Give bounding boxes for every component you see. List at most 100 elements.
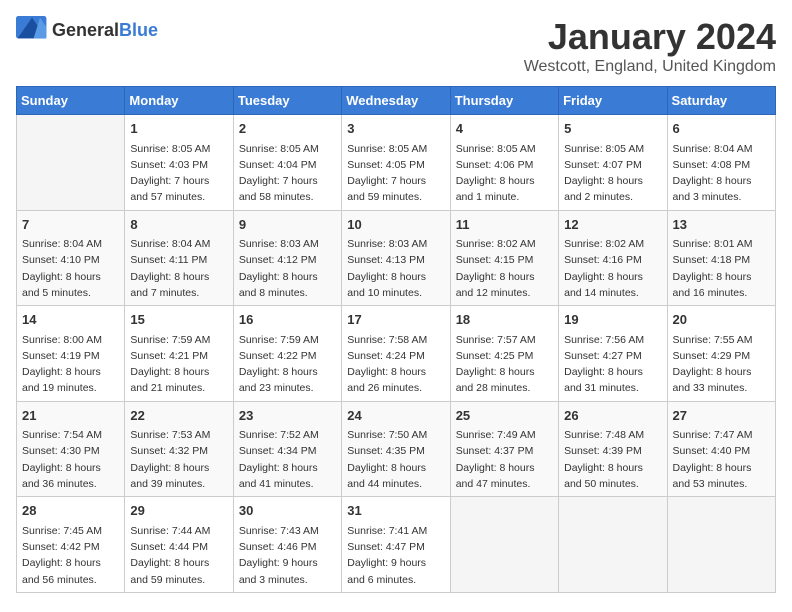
day-info-line: Daylight: 8 hours [22, 364, 119, 380]
day-info-line: Sunset: 4:32 PM [130, 443, 227, 459]
day-info-line: and 53 minutes. [673, 476, 770, 492]
day-cell: 11Sunrise: 8:02 AMSunset: 4:15 PMDayligh… [450, 210, 558, 306]
day-number: 22 [130, 406, 227, 426]
day-cell: 2Sunrise: 8:05 AMSunset: 4:04 PMDaylight… [233, 115, 341, 211]
day-info-line: Sunrise: 7:56 AM [564, 332, 661, 348]
day-cell [17, 115, 125, 211]
day-info-line: Sunrise: 8:05 AM [456, 141, 553, 157]
day-info-line: Sunset: 4:22 PM [239, 348, 336, 364]
day-info-line: Sunrise: 7:47 AM [673, 427, 770, 443]
day-cell: 30Sunrise: 7:43 AMSunset: 4:46 PMDayligh… [233, 497, 341, 593]
day-info-line: Sunrise: 8:05 AM [347, 141, 444, 157]
day-cell: 9Sunrise: 8:03 AMSunset: 4:12 PMDaylight… [233, 210, 341, 306]
day-info-line: Sunrise: 7:52 AM [239, 427, 336, 443]
day-info-line: Sunset: 4:30 PM [22, 443, 119, 459]
day-info-line: Daylight: 8 hours [673, 460, 770, 476]
day-info-line: and 6 minutes. [347, 572, 444, 588]
day-number: 20 [673, 310, 770, 330]
day-info-line: Daylight: 8 hours [456, 269, 553, 285]
day-number: 24 [347, 406, 444, 426]
day-cell: 13Sunrise: 8:01 AMSunset: 4:18 PMDayligh… [667, 210, 775, 306]
header-wednesday: Wednesday [342, 87, 450, 115]
day-info-line: Sunrise: 8:03 AM [347, 236, 444, 252]
day-cell: 29Sunrise: 7:44 AMSunset: 4:44 PMDayligh… [125, 497, 233, 593]
day-number: 1 [130, 119, 227, 139]
day-info-line: Sunrise: 7:57 AM [456, 332, 553, 348]
day-info-line: Daylight: 7 hours [347, 173, 444, 189]
day-cell: 28Sunrise: 7:45 AMSunset: 4:42 PMDayligh… [17, 497, 125, 593]
day-number: 16 [239, 310, 336, 330]
day-info-line: Sunrise: 7:45 AM [22, 523, 119, 539]
day-cell: 17Sunrise: 7:58 AMSunset: 4:24 PMDayligh… [342, 306, 450, 402]
day-info-line: Sunset: 4:08 PM [673, 157, 770, 173]
day-cell: 31Sunrise: 7:41 AMSunset: 4:47 PMDayligh… [342, 497, 450, 593]
day-info-line: Daylight: 9 hours [347, 555, 444, 571]
title-area: January 2024 Westcott, England, United K… [524, 16, 776, 76]
day-info-line: Daylight: 8 hours [456, 364, 553, 380]
day-cell [450, 497, 558, 593]
day-info-line: Sunset: 4:11 PM [130, 252, 227, 268]
day-number: 23 [239, 406, 336, 426]
day-info-line: Sunrise: 7:59 AM [130, 332, 227, 348]
day-info-line: Daylight: 8 hours [456, 173, 553, 189]
day-info-line: Sunrise: 7:59 AM [239, 332, 336, 348]
day-cell: 15Sunrise: 7:59 AMSunset: 4:21 PMDayligh… [125, 306, 233, 402]
day-number: 15 [130, 310, 227, 330]
day-info-line: Sunrise: 8:04 AM [130, 236, 227, 252]
day-info-line: and 28 minutes. [456, 380, 553, 396]
day-info-line: Daylight: 8 hours [673, 269, 770, 285]
day-info-line: and 19 minutes. [22, 380, 119, 396]
day-cell: 16 Sunrise: 7:59 AMSunset: 4:22 PMDayligh… [233, 306, 341, 402]
day-cell: 5Sunrise: 8:05 AMSunset: 4:07 PMDaylight… [559, 115, 667, 211]
day-info-line: Sunset: 4:35 PM [347, 443, 444, 459]
generalblue-logo-icon [16, 16, 48, 44]
day-cell: 10Sunrise: 8:03 AMSunset: 4:13 PMDayligh… [342, 210, 450, 306]
day-info-line: and 33 minutes. [673, 380, 770, 396]
header-thursday: Thursday [450, 87, 558, 115]
day-number: 18 [456, 310, 553, 330]
day-info-line: and 41 minutes. [239, 476, 336, 492]
day-info-line: and 44 minutes. [347, 476, 444, 492]
day-number: 29 [130, 501, 227, 521]
day-number: 13 [673, 215, 770, 235]
day-info-line: Sunrise: 7:58 AM [347, 332, 444, 348]
day-info-line: Sunrise: 8:03 AM [239, 236, 336, 252]
day-info-line: Daylight: 8 hours [130, 555, 227, 571]
day-number: 10 [347, 215, 444, 235]
header-sunday: Sunday [17, 87, 125, 115]
day-info-line: Daylight: 7 hours [130, 173, 227, 189]
day-info-line: and 58 minutes. [239, 189, 336, 205]
day-info-line: and 16 minutes. [673, 285, 770, 301]
day-info-line: Daylight: 8 hours [239, 460, 336, 476]
day-info-line: and 57 minutes. [130, 189, 227, 205]
day-info-line: Daylight: 7 hours [239, 173, 336, 189]
day-info-line: Daylight: 8 hours [347, 460, 444, 476]
week-row-0: 1Sunrise: 8:05 AMSunset: 4:03 PMDaylight… [17, 115, 776, 211]
day-info-line: and 2 minutes. [564, 189, 661, 205]
day-info-line: Daylight: 8 hours [22, 460, 119, 476]
day-info-line: Daylight: 8 hours [347, 269, 444, 285]
day-info-line: Daylight: 8 hours [239, 364, 336, 380]
day-info-line: Sunrise: 8:01 AM [673, 236, 770, 252]
day-info-line: Sunset: 4:39 PM [564, 443, 661, 459]
day-info-line: Sunrise: 7:53 AM [130, 427, 227, 443]
day-number: 3 [347, 119, 444, 139]
day-info-line: Sunset: 4:13 PM [347, 252, 444, 268]
day-cell: 4Sunrise: 8:05 AMSunset: 4:06 PMDaylight… [450, 115, 558, 211]
day-cell: 8Sunrise: 8:04 AMSunset: 4:11 PMDaylight… [125, 210, 233, 306]
logo-general: General [52, 20, 119, 40]
day-info-line: Sunset: 4:03 PM [130, 157, 227, 173]
day-info-line: and 59 minutes. [130, 572, 227, 588]
day-cell: 27Sunrise: 7:47 AMSunset: 4:40 PMDayligh… [667, 401, 775, 497]
day-info-line: Daylight: 8 hours [239, 269, 336, 285]
day-number: 11 [456, 215, 553, 235]
day-info-line: and 10 minutes. [347, 285, 444, 301]
day-info-line: Sunset: 4:46 PM [239, 539, 336, 555]
day-info-line: Sunset: 4:05 PM [347, 157, 444, 173]
day-info-line: Daylight: 8 hours [673, 173, 770, 189]
day-info-line: Sunrise: 8:05 AM [239, 141, 336, 157]
day-info-line: Sunset: 4:12 PM [239, 252, 336, 268]
day-number: 27 [673, 406, 770, 426]
week-row-1: 7Sunrise: 8:04 AMSunset: 4:10 PMDaylight… [17, 210, 776, 306]
day-info-line: Sunset: 4:16 PM [564, 252, 661, 268]
